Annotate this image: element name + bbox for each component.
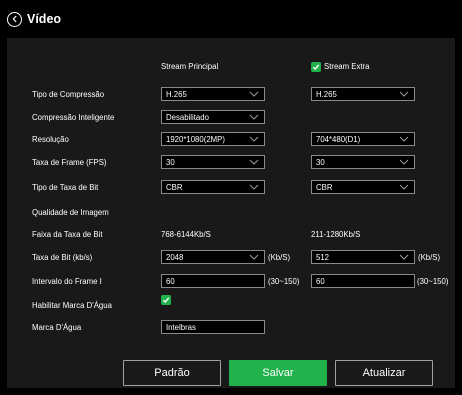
watermark-enable-checkbox[interactable] (161, 295, 171, 305)
compression-label: Tipo de Compressão (32, 90, 105, 99)
save-button[interactable]: Salvar (229, 360, 327, 386)
bitrate-range-label: Faixa da Taxa de Bit (32, 230, 103, 239)
extra-frame-rate-select[interactable]: 30 (311, 155, 415, 169)
extra-bitrate-type-value: CBR (316, 182, 333, 192)
page-title: Vídeo (27, 12, 62, 26)
extra-resolution-select[interactable]: 704*480(D1) (311, 132, 415, 146)
extra-iframe-interval-input[interactable]: 60 (311, 274, 415, 288)
chevron-down-icon (249, 136, 259, 142)
main-frame-rate-value: 30 (166, 157, 175, 167)
chevron-down-icon (249, 114, 259, 120)
main-resolution-value: 1920*1080(2MP) (166, 134, 225, 144)
main-bitrate-type-select[interactable]: CBR (161, 180, 265, 194)
chevron-down-icon (249, 254, 259, 260)
main-bitrate-unit: (Kb/S) (268, 253, 291, 262)
main-iframe-interval-value: 60 (166, 276, 175, 286)
extra-bitrate-unit: (Kb/S) (418, 253, 441, 262)
extra-compression-value: H.265 (316, 89, 337, 99)
watermark-text-value: Intelbras (166, 322, 196, 332)
extra-iframe-range: (30~150) (417, 277, 449, 286)
main-bitrate-select[interactable]: 2048 (161, 250, 265, 264)
check-icon (162, 297, 170, 304)
chevron-down-icon (249, 91, 259, 97)
back-button[interactable] (7, 11, 22, 27)
extra-resolution-value: 704*480(D1) (316, 134, 361, 144)
watermark-enable-label: Habilitar Marca D'Água (32, 301, 112, 310)
chevron-down-icon (399, 136, 409, 142)
main-bitrate-range: 768-6144Kb/S (161, 230, 211, 239)
chevron-down-icon (399, 91, 409, 97)
chevron-down-icon (249, 159, 259, 165)
default-button[interactable]: Padrão (123, 360, 221, 386)
refresh-button[interactable]: Atualizar (335, 360, 433, 386)
extra-bitrate-select[interactable]: 512 (311, 250, 415, 264)
main-bitrate-value: 2048 (166, 252, 184, 262)
video-settings-panel: Stream Principal Stream Extra Tipo de Co… (7, 38, 455, 388)
extra-bitrate-value: 512 (316, 252, 330, 262)
main-compression-select[interactable]: H.265 (161, 87, 265, 101)
main-smart-compression-select[interactable]: Desabilitado (161, 110, 265, 124)
main-bitrate-type-value: CBR (166, 182, 183, 192)
main-resolution-select[interactable]: 1920*1080(2MP) (161, 132, 265, 146)
chevron-down-icon (399, 159, 409, 165)
chevron-down-icon (249, 184, 259, 190)
column-header-extra: Stream Extra (324, 62, 370, 71)
extra-compression-select[interactable]: H.265 (311, 87, 415, 101)
resolution-label: Resolução (32, 135, 69, 144)
column-header-main: Stream Principal (161, 62, 219, 71)
watermark-label: Marca D'Água (32, 323, 82, 332)
main-frame-rate-select[interactable]: 30 (161, 155, 265, 169)
main-compression-value: H.265 (166, 89, 187, 99)
extra-bitrate-type-select[interactable]: CBR (311, 180, 415, 194)
chevron-down-icon (399, 254, 409, 260)
watermark-text-input[interactable]: Intelbras (161, 320, 265, 334)
smart-compression-label: Compressão Inteligente (32, 113, 115, 122)
bitrate-label: Taxa de Bit (kb/s) (32, 253, 93, 262)
main-iframe-interval-input[interactable]: 60 (161, 274, 265, 288)
chevron-left-icon (12, 15, 17, 23)
bitrate-type-label: Tipo de Taxa de Bit (32, 183, 99, 192)
image-quality-label: Qualidade de Imagem (32, 208, 109, 217)
extra-frame-rate-value: 30 (316, 157, 325, 167)
extra-bitrate-range: 211-1280Kb/S (311, 230, 361, 239)
frame-rate-label: Taxa de Frame (FPS) (32, 158, 107, 167)
page-header: Vídeo (0, 0, 462, 38)
extra-stream-checkbox[interactable] (311, 62, 321, 72)
main-iframe-range: (30~150) (268, 277, 300, 286)
chevron-down-icon (399, 184, 409, 190)
main-smart-compression-value: Desabilitado (166, 112, 209, 122)
iframe-interval-label: Intervalo do Frame I (32, 277, 102, 286)
check-icon (312, 64, 320, 71)
extra-iframe-interval-value: 60 (316, 276, 325, 286)
